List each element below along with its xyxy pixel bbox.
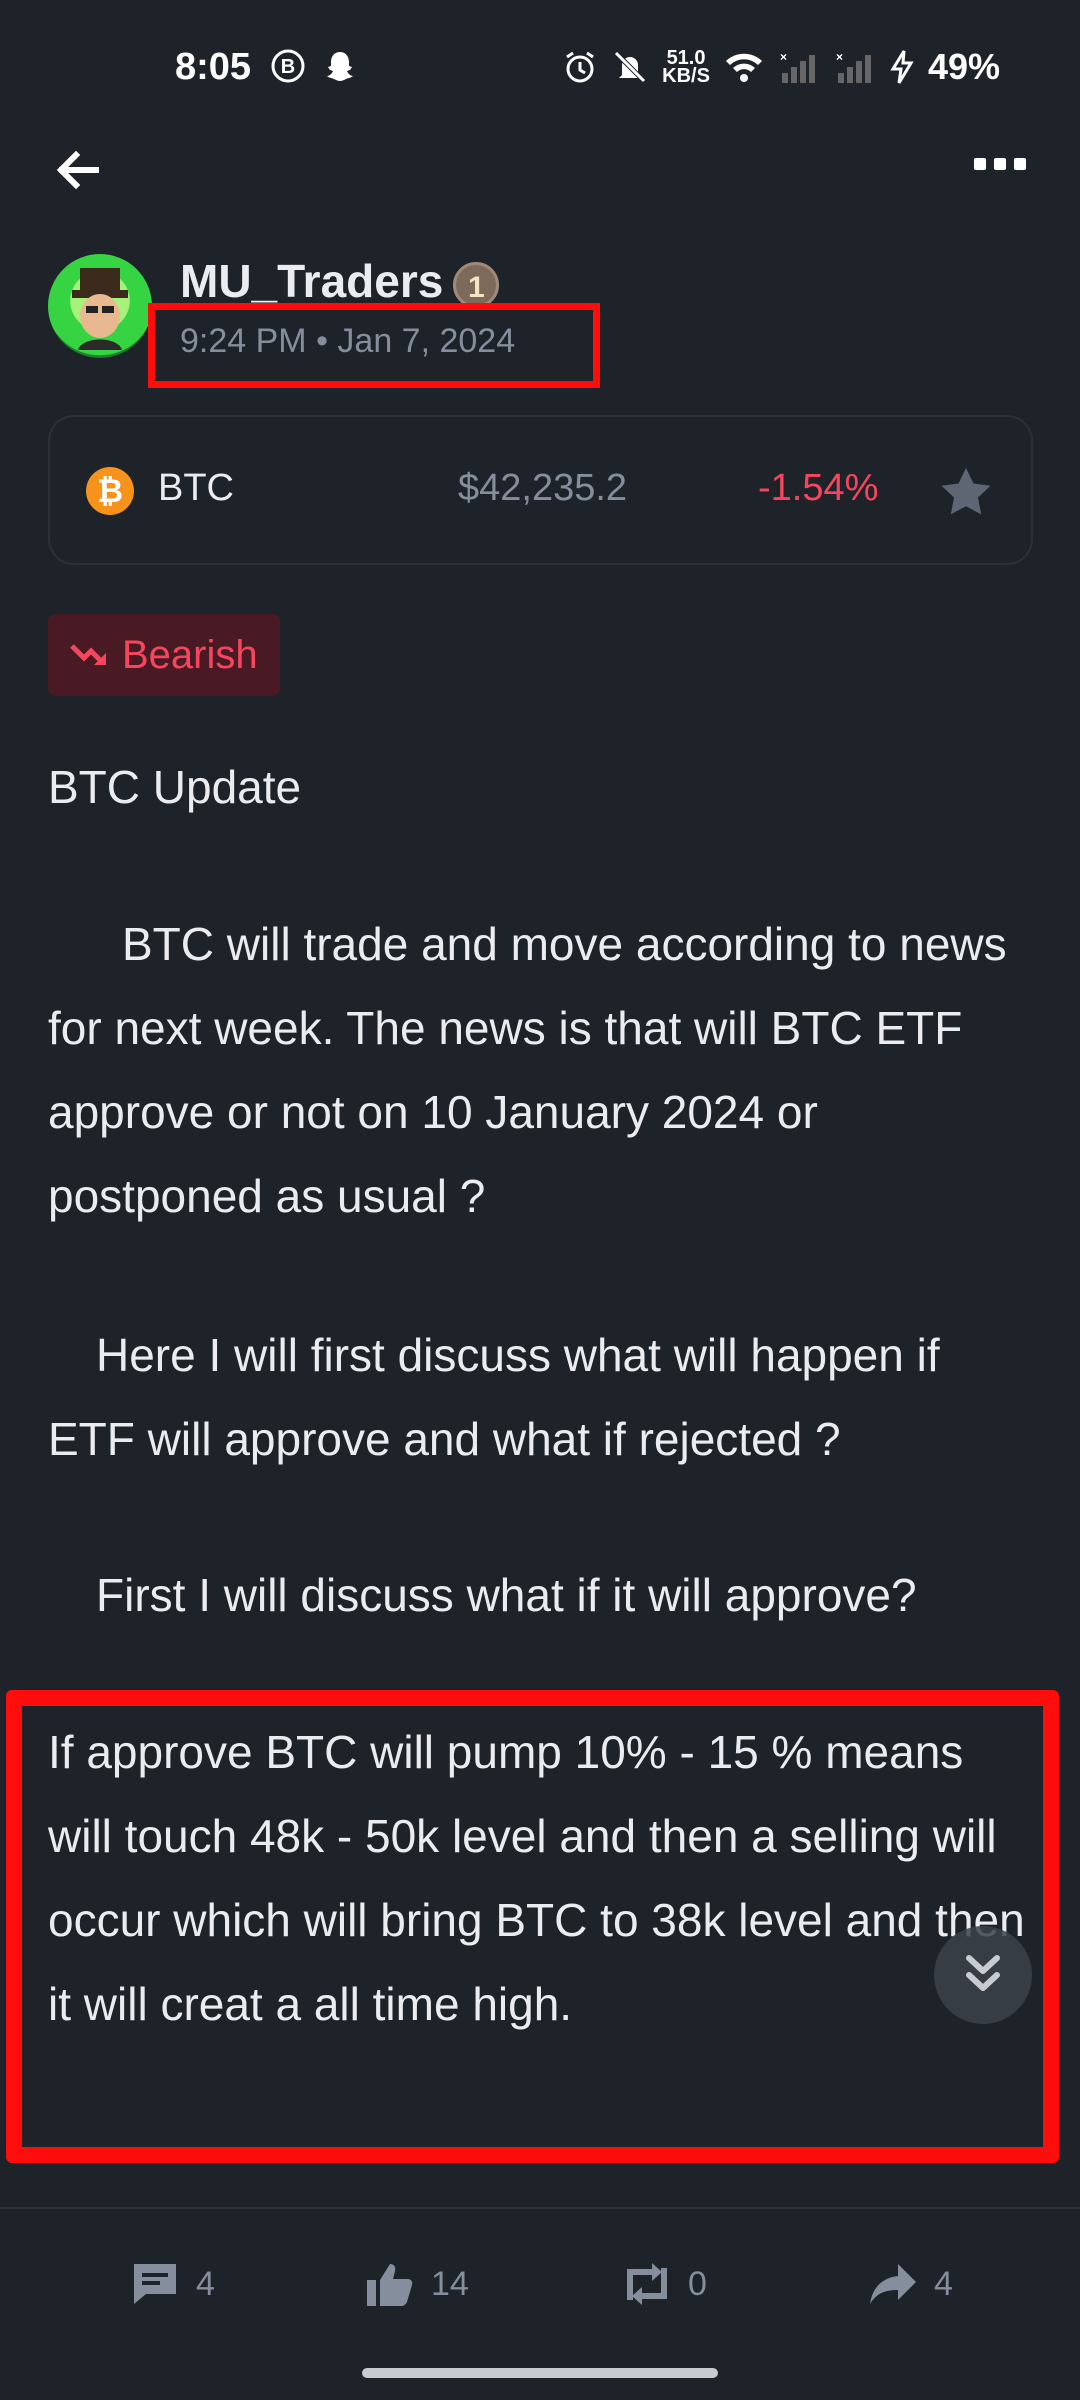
avatar-image bbox=[72, 268, 128, 350]
bitcoin-icon: ₿ bbox=[86, 467, 134, 515]
comment-button[interactable]: 4 bbox=[130, 2260, 215, 2308]
svg-text:×: × bbox=[836, 50, 843, 64]
coin-symbol: BTC bbox=[158, 467, 234, 509]
scroll-down-button[interactable] bbox=[934, 1926, 1032, 2024]
repost-button[interactable]: 0 bbox=[622, 2260, 707, 2308]
thumbs-up-icon bbox=[367, 2264, 413, 2306]
signal-icon-sim2: × bbox=[836, 50, 871, 83]
snapchat-notification-icon bbox=[327, 52, 353, 81]
post-paragraph: First I will discuss what if it will app… bbox=[96, 1569, 917, 1621]
post-paragraph: Here I will first discuss what will happ… bbox=[48, 1329, 940, 1465]
more-horizontal-icon[interactable] bbox=[974, 158, 1034, 182]
battery-level: 49% bbox=[927, 46, 1000, 87]
trend-down-icon bbox=[70, 644, 106, 665]
status-time: 8:05 bbox=[175, 46, 252, 88]
post-paragraph: BTC will trade and move according to new… bbox=[48, 918, 1007, 1222]
signal-icon-sim1: × bbox=[780, 50, 815, 83]
coin-change: -1.54% bbox=[758, 467, 879, 509]
sentiment-tag: Bearish bbox=[48, 614, 280, 696]
like-count: 14 bbox=[431, 2264, 469, 2303]
timestamp-highlight-box bbox=[148, 303, 600, 388]
action-bar: 4 14 0 4 bbox=[0, 2240, 1080, 2330]
avatar[interactable] bbox=[48, 254, 152, 358]
status-bar: 8:05 B 51.0 KB/S × × 49% bbox=[0, 0, 1080, 140]
alarm-icon bbox=[566, 51, 594, 83]
divider bbox=[0, 2207, 1080, 2209]
top-bar bbox=[0, 130, 1080, 210]
comment-icon bbox=[134, 2264, 176, 2304]
binance-notification-icon: B bbox=[271, 49, 305, 83]
network-speed: 51.0 KB/S bbox=[662, 47, 710, 87]
like-button[interactable]: 14 bbox=[365, 2260, 469, 2308]
author-name[interactable]: MU_Traders 1 bbox=[180, 254, 500, 308]
rank-badge: 1 bbox=[453, 261, 500, 308]
share-icon bbox=[870, 2264, 916, 2304]
sentiment-label: Bearish bbox=[122, 632, 258, 677]
svg-text:B: B bbox=[281, 56, 295, 78]
status-left-icons: B bbox=[270, 48, 358, 84]
mute-bell-icon bbox=[614, 51, 646, 83]
status-right-icons: 51.0 KB/S × × 49% bbox=[562, 46, 1000, 88]
star-icon[interactable] bbox=[937, 464, 995, 522]
share-button[interactable]: 4 bbox=[868, 2260, 953, 2308]
repost-count: 0 bbox=[688, 2264, 707, 2303]
paragraph-highlight-box bbox=[6, 1690, 1059, 2163]
comment-count: 4 bbox=[196, 2264, 215, 2303]
double-chevron-down-icon bbox=[966, 1955, 1000, 1991]
svg-text:×: × bbox=[780, 50, 787, 64]
post-title: BTC Update bbox=[48, 761, 302, 813]
repost-icon bbox=[627, 2263, 667, 2305]
share-count: 4 bbox=[934, 2264, 953, 2303]
coin-price: $42,235.2 bbox=[458, 467, 628, 509]
wifi-icon bbox=[725, 53, 762, 82]
arrow-left-icon[interactable] bbox=[48, 140, 108, 200]
charging-icon bbox=[890, 50, 914, 84]
coin-card[interactable]: ₿ BTC $42,235.2 -1.54% bbox=[48, 415, 1033, 565]
home-indicator[interactable] bbox=[362, 2368, 718, 2378]
